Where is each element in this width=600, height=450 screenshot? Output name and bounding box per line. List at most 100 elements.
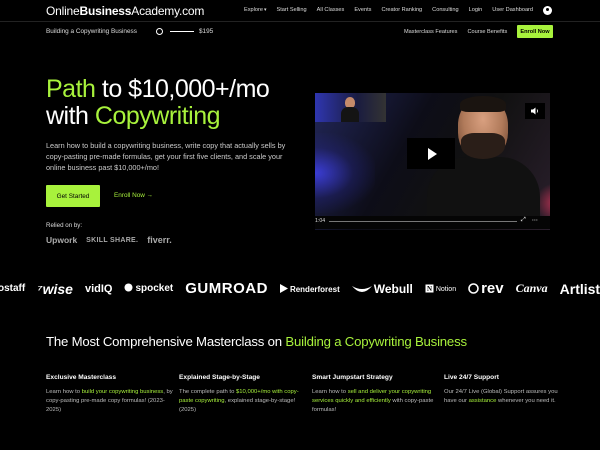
- feature-text-post: whenever you need it.: [496, 398, 556, 404]
- course-price: $195: [199, 28, 214, 35]
- inset-person-body: [341, 107, 359, 122]
- brand-vidiq: vidIQ: [84, 282, 113, 295]
- feature-title: Explained Stage-by-Stage: [179, 374, 260, 381]
- section-title: The Most Comprehensive Masterclass on Bu…: [46, 334, 467, 349]
- brand-spocket: spocket: [124, 283, 173, 294]
- rev-icon: [468, 283, 479, 294]
- fiverr-logo: fiverr.: [147, 235, 172, 245]
- video-time: 1:04: [315, 218, 326, 224]
- video-backlight: [315, 133, 375, 213]
- feature-card: Exclusive Masterclass Learn how to build…: [46, 374, 174, 415]
- feature-title: Smart Jumpstart Strategy: [312, 374, 393, 381]
- feature-title: Exclusive Masterclass: [46, 374, 117, 381]
- upwork-logo: Upwork: [46, 235, 78, 245]
- section-title-green: Building a Copywriting Business: [285, 334, 467, 349]
- brand-webull-label: Webull: [373, 281, 413, 296]
- feature-text-pre: The complete path to: [179, 389, 236, 395]
- hero-green-2: Copywriting: [94, 102, 221, 130]
- feature-text: The complete path to $10,000+/mo with co…: [179, 388, 307, 415]
- enroll-now-link[interactable]: Enroll Now →: [114, 192, 153, 199]
- chevron-down-icon: ▾: [263, 7, 267, 13]
- section-title-white: The Most Comprehensive Masterclass on: [46, 334, 286, 349]
- feature-card: Explained Stage-by-Stage The complete pa…: [179, 374, 307, 415]
- brand-strip: ostaff ⁷wise vidIQ spocket GUMROAD Rende…: [0, 280, 600, 297]
- volume-button[interactable]: [525, 103, 545, 119]
- play-button[interactable]: [407, 138, 455, 169]
- feature-card: Live 24/7 Support Our 24/7 Live (Global)…: [444, 374, 572, 406]
- brand-gumroad: GUMROAD: [185, 280, 268, 297]
- presenter-hair: [460, 96, 506, 112]
- brand-wise-label: wise: [42, 280, 73, 297]
- feature-text: Our 24/7 Live (Global) Support assures y…: [444, 388, 572, 406]
- notion-icon: N: [425, 284, 434, 293]
- logo-part-3: Academy.com: [131, 4, 205, 18]
- brand-ostaff: ostaff: [0, 283, 26, 294]
- feature-text-highlight: build your copywriting business: [81, 389, 164, 395]
- top-nav: Explore▾ Start Selling All Classes Event…: [244, 7, 533, 13]
- nav-events[interactable]: Events: [354, 7, 371, 13]
- feature-text: Learn how to build your copywriting busi…: [46, 388, 174, 415]
- brand-notion: N Notion: [425, 284, 456, 293]
- video-control-bar: [315, 216, 550, 229]
- nav-user-dashboard[interactable]: User Dashboard: [492, 7, 533, 13]
- enroll-now-button[interactable]: Enroll Now: [517, 25, 553, 38]
- feature-title: Live 24/7 Support: [444, 374, 499, 381]
- feature-text: Learn how to sell and deliver your copyw…: [312, 388, 440, 415]
- brand-spocket-label: spocket: [135, 283, 174, 294]
- nav-all-classes[interactable]: All Classes: [317, 7, 345, 13]
- brand-rev-label: rev: [481, 280, 504, 297]
- fullscreen-icon[interactable]: ⤢: [521, 217, 526, 224]
- feature-text-pre: Learn how to: [46, 389, 82, 395]
- nav-explore[interactable]: Explore▾: [244, 7, 266, 13]
- feature-text-highlight: assistance: [468, 398, 497, 404]
- brand-webull: Webull: [351, 281, 413, 296]
- presenter-beard: [461, 133, 505, 159]
- relied-logos: Upwork SKILL SHARE. fiverr.: [46, 235, 172, 245]
- volume-icon: [530, 107, 538, 115]
- logo-part-1: Online: [46, 4, 80, 18]
- brand-renderforest: Renderforest: [279, 283, 340, 294]
- hero-description: Learn how to build a copywriting busines…: [46, 141, 286, 172]
- renderforest-icon: [279, 283, 288, 293]
- svg-text:N: N: [427, 285, 432, 293]
- nav-consulting[interactable]: Consulting: [432, 7, 458, 13]
- link-masterclass-features[interactable]: Masterclass Features: [404, 29, 457, 35]
- more-options-icon[interactable]: ⋯: [532, 217, 538, 224]
- site-logo[interactable]: OnlineBusinessAcademy.com: [46, 4, 204, 18]
- spocket-icon: [124, 283, 133, 292]
- brand-wise: ⁷wise: [37, 280, 73, 297]
- feature-card: Smart Jumpstart Strategy Learn how to se…: [312, 374, 440, 415]
- header-divider: [0, 21, 600, 22]
- hero-heading-line-2: with Copywriting: [46, 102, 221, 130]
- logo-part-2: Business: [79, 4, 132, 18]
- hero-green-1: Path: [46, 75, 96, 103]
- progress-circle-icon: [156, 28, 163, 35]
- hero-heading-line-1: Path to $10,000+/mo: [46, 75, 270, 103]
- user-avatar-icon[interactable]: [543, 6, 552, 15]
- link-course-benefits[interactable]: Course Benefits: [467, 29, 507, 35]
- brand-renderforest-label: Renderforest: [289, 284, 340, 294]
- get-started-button[interactable]: Get Started: [46, 185, 100, 207]
- nav-explore-label: Explore: [244, 7, 263, 13]
- skillshare-logo: SKILL SHARE.: [86, 236, 139, 244]
- brand-canva: Canva: [515, 281, 548, 295]
- webull-icon: [351, 285, 372, 292]
- hero-white-2: with: [46, 102, 95, 130]
- video-progress-track[interactable]: [329, 221, 517, 222]
- hero-white-1: to $10,000+/mo: [95, 75, 270, 103]
- feature-text-pre: Learn how to: [312, 389, 348, 395]
- progress-line: [170, 31, 194, 32]
- relied-on-label: Relied on by:: [46, 222, 83, 229]
- nav-start-selling[interactable]: Start Selling: [276, 7, 306, 13]
- video-player[interactable]: [315, 93, 550, 230]
- brand-notion-label: Notion: [435, 286, 457, 293]
- video-controls: ⤢ ⋯: [521, 217, 538, 224]
- course-title: Building a Copywriting Business: [46, 28, 137, 35]
- brand-artlist: Artlist: [559, 280, 600, 297]
- play-icon: [427, 147, 437, 160]
- nav-creator-ranking[interactable]: Creator Ranking: [381, 7, 422, 13]
- subbar-links: Masterclass Features Course Benefits: [404, 29, 507, 35]
- nav-login[interactable]: Login: [469, 7, 483, 13]
- brand-rev: rev: [468, 280, 504, 297]
- video-inset-thumbnail: [315, 93, 386, 122]
